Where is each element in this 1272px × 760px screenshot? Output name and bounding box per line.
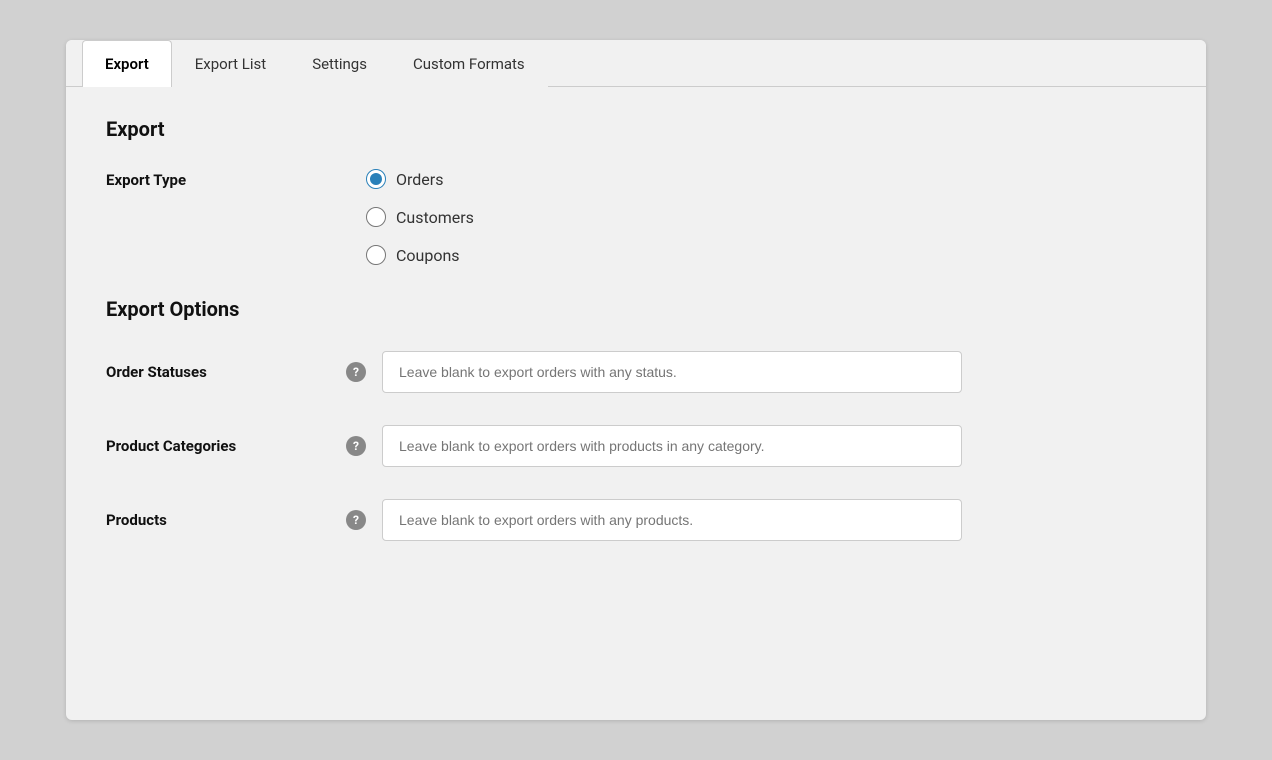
- products-input[interactable]: [382, 499, 962, 541]
- radio-coupons-label[interactable]: Coupons: [396, 246, 460, 265]
- radio-item-customers[interactable]: Customers: [366, 207, 1166, 227]
- tab-bar: Export Export List Settings Custom Forma…: [66, 40, 1206, 87]
- radio-customers-input[interactable]: [366, 207, 386, 227]
- export-type-label: Export Type: [106, 169, 366, 189]
- product-categories-help-icon[interactable]: ?: [346, 436, 366, 456]
- main-panel: Export Export List Settings Custom Forma…: [66, 40, 1206, 720]
- tab-export-list[interactable]: Export List: [172, 40, 289, 87]
- radio-orders-label[interactable]: Orders: [396, 170, 443, 189]
- order-statuses-row: Order Statuses ?: [106, 351, 1166, 393]
- tab-custom-formats[interactable]: Custom Formats: [390, 40, 548, 87]
- products-row: Products ?: [106, 499, 1166, 541]
- radio-coupons-input[interactable]: [366, 245, 386, 265]
- tab-content: Export Export Type Orders Customers C: [66, 87, 1206, 603]
- tab-settings[interactable]: Settings: [289, 40, 390, 87]
- products-help-icon[interactable]: ?: [346, 510, 366, 530]
- radio-item-coupons[interactable]: Coupons: [366, 245, 1166, 265]
- tab-export[interactable]: Export: [82, 40, 172, 87]
- radio-group: Orders Customers Coupons: [366, 169, 1166, 265]
- section-title: Export: [106, 117, 1166, 141]
- radio-item-orders[interactable]: Orders: [366, 169, 1166, 189]
- order-statuses-help-icon[interactable]: ?: [346, 362, 366, 382]
- radio-customers-label[interactable]: Customers: [396, 208, 474, 227]
- product-categories-label: Product Categories: [106, 437, 346, 455]
- products-label: Products: [106, 511, 346, 529]
- export-type-row: Export Type Orders Customers Coupons: [106, 169, 1166, 265]
- export-type-control: Orders Customers Coupons: [366, 169, 1166, 265]
- product-categories-input[interactable]: [382, 425, 962, 467]
- export-options-separator: Export Options: [106, 297, 1166, 321]
- order-statuses-label: Order Statuses: [106, 363, 346, 381]
- product-categories-row: Product Categories ?: [106, 425, 1166, 467]
- order-statuses-input[interactable]: [382, 351, 962, 393]
- export-options-title: Export Options: [106, 297, 1166, 321]
- radio-orders-input[interactable]: [366, 169, 386, 189]
